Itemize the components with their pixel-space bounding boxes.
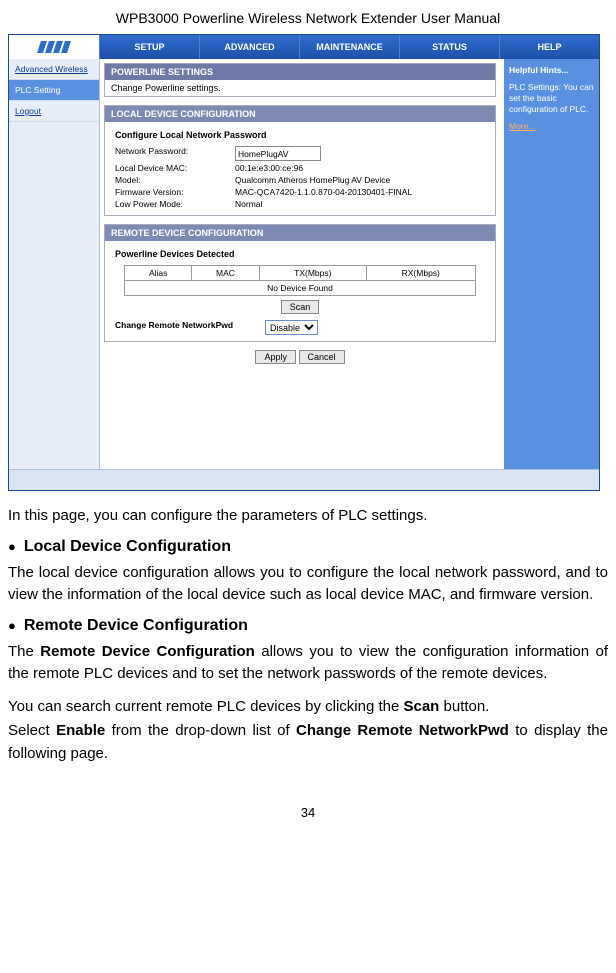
sidebar-item-logout[interactable]: Logout: [9, 101, 99, 122]
label-model: Model:: [115, 175, 235, 185]
help-body: PLC Settings: You can set the basic conf…: [509, 82, 594, 115]
network-password-input[interactable]: [235, 146, 321, 161]
nav-tab-advanced[interactable]: ADVANCED: [200, 35, 300, 59]
cancel-button[interactable]: Cancel: [299, 350, 345, 364]
remote-config-paragraph-3: Select Enable from the drop-down list of…: [8, 720, 608, 765]
nav-tab-maintenance[interactable]: MAINTENANCE: [300, 35, 400, 59]
heading-local-config: Local Device Configuration: [8, 538, 608, 556]
remote-config-paragraph-1: The Remote Device Configuration allows y…: [8, 641, 608, 686]
document-body: In this page, you can configure the para…: [8, 505, 608, 765]
table-row: No Device Found: [125, 281, 476, 296]
help-panel: Helpful Hints... PLC Settings: You can s…: [504, 59, 599, 469]
panel-desc: Change Powerline settings.: [105, 80, 495, 96]
scan-button[interactable]: Scan: [281, 300, 320, 314]
sidebar-item-advanced-wireless[interactable]: Advanced Wireless: [9, 59, 99, 80]
nav-tab-status[interactable]: STATUS: [400, 35, 500, 59]
value-model: Qualcomm Atheros HomePlug AV Device: [235, 175, 390, 185]
label-low-power: Low Power Mode:: [115, 199, 235, 209]
main-content: POWERLINE SETTINGS Change Powerline sett…: [100, 59, 504, 469]
nav-tab-setup[interactable]: SETUP: [100, 35, 200, 59]
heading-remote-config: Remote Device Configuration: [8, 617, 608, 635]
value-firmware: MAC-QCA7420-1.1.0.870-04-20130401-FINAL: [235, 187, 412, 197]
label-change-remote-pwd: Change Remote NetworkPwd: [115, 320, 265, 335]
panel-local-config: LOCAL DEVICE CONFIGURATION Configure Loc…: [104, 105, 496, 216]
value-local-mac: 00:1e:e3:00:ce:96: [235, 163, 303, 173]
brand-logo: [9, 35, 100, 59]
panel-powerline-settings: POWERLINE SETTINGS Change Powerline sett…: [104, 63, 496, 97]
label-local-mac: Local Device MAC:: [115, 163, 235, 173]
ui-footer-bar: [9, 469, 599, 490]
header-product: WPB3000: [116, 10, 183, 26]
top-nav: SETUP ADVANCED MAINTENANCE STATUS HELP: [9, 35, 599, 59]
col-mac: MAC: [192, 266, 260, 281]
devices-table: Alias MAC TX(Mbps) RX(Mbps) No Device Fo…: [124, 265, 476, 296]
help-more-link[interactable]: More...: [509, 121, 594, 132]
remote-config-paragraph-2: You can search current remote PLC device…: [8, 696, 608, 719]
sidebar: Advanced Wireless PLC Setting Logout: [9, 59, 100, 469]
no-device-cell: No Device Found: [125, 281, 476, 296]
panel-remote-config: REMOTE DEVICE CONFIGURATION Powerline De…: [104, 224, 496, 342]
local-subheading: Configure Local Network Password: [115, 130, 485, 140]
header-middle: Powerline Wireless Network Extender: [183, 10, 421, 26]
col-alias: Alias: [125, 266, 192, 281]
local-config-paragraph: The local device configuration allows yo…: [8, 562, 608, 607]
router-admin-screenshot: SETUP ADVANCED MAINTENANCE STATUS HELP A…: [8, 34, 600, 491]
col-tx: TX(Mbps): [259, 266, 366, 281]
col-rx: RX(Mbps): [366, 266, 475, 281]
remote-subheading: Powerline Devices Detected: [115, 249, 485, 259]
apply-button[interactable]: Apply: [255, 350, 296, 364]
action-row: Apply Cancel: [100, 350, 500, 364]
label-network-password: Network Password:: [115, 146, 235, 161]
help-title: Helpful Hints...: [509, 65, 594, 76]
page-number: 34: [8, 805, 608, 820]
label-firmware: Firmware Version:: [115, 187, 235, 197]
nav-tab-help[interactable]: HELP: [500, 35, 599, 59]
logo-stripes-icon: [37, 41, 71, 53]
document-header: WPB3000 Powerline Wireless Network Exten…: [8, 10, 608, 26]
sidebar-item-plc-setting[interactable]: PLC Setting: [9, 80, 99, 101]
panel-title: POWERLINE SETTINGS: [105, 64, 495, 80]
header-tail: User Manual: [421, 10, 500, 26]
value-low-power: Normal: [235, 199, 262, 209]
change-remote-pwd-select[interactable]: Disable: [265, 320, 318, 335]
panel-title: LOCAL DEVICE CONFIGURATION: [105, 106, 495, 122]
intro-paragraph: In this page, you can configure the para…: [8, 505, 608, 528]
table-header-row: Alias MAC TX(Mbps) RX(Mbps): [125, 266, 476, 281]
panel-title: REMOTE DEVICE CONFIGURATION: [105, 225, 495, 241]
